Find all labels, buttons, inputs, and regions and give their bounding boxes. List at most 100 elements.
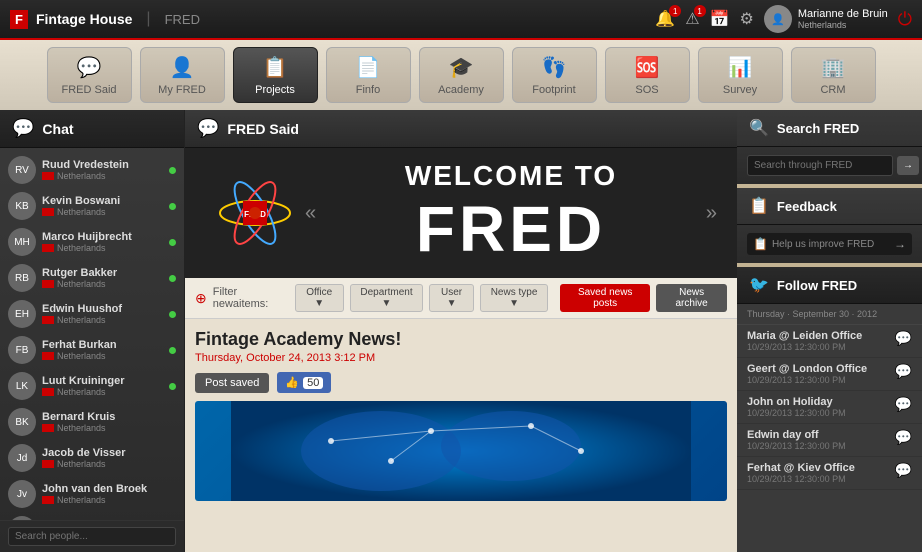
nav-item-sos[interactable]: 🆘SOS	[605, 47, 690, 103]
nav-label-academy: Academy	[438, 84, 484, 96]
news-actions: Post saved 👍 50	[195, 372, 727, 393]
nav-item-fred-said[interactable]: 💬 FRED Said	[47, 47, 132, 103]
bell-icon[interactable]: 🔔1	[655, 9, 675, 29]
chat-title: Chat	[42, 121, 73, 137]
filter-newstype[interactable]: News type ▼	[480, 284, 548, 312]
nav-label-fred-said: FRED Said	[61, 84, 116, 96]
chat-item[interactable]: Jv John van den Broek Netherlands	[0, 476, 184, 512]
news-image	[195, 401, 727, 501]
chat-item[interactable]: RB Rutger Bakker Netherlands	[0, 260, 184, 296]
filter-user[interactable]: User ▼	[429, 284, 474, 312]
chat-bubble-icon[interactable]: 💬	[895, 462, 912, 479]
nav-label-projects: Projects	[255, 84, 295, 96]
flag-icon	[42, 208, 54, 216]
chat-bubble-icon[interactable]: 💬	[895, 429, 912, 446]
chat-item[interactable]: LK Luut Kruininger Netherlands	[0, 368, 184, 404]
search-people-input[interactable]	[8, 527, 176, 546]
chat-item[interactable]: BK Bernard Kruis Netherlands	[0, 404, 184, 440]
chat-item[interactable]: Jd Jacob de Visser Netherlands	[0, 440, 184, 476]
flag-icon	[42, 460, 54, 468]
search-fred-input[interactable]	[747, 155, 893, 176]
follow-icon: 🐦	[749, 275, 769, 295]
flag-icon	[42, 496, 54, 504]
filter-department[interactable]: Department ▼	[350, 284, 423, 312]
like-button[interactable]: 👍 50	[277, 372, 331, 393]
main-content: 💬 FRED Said FRED « WELCOME TO FRED » ⊕	[185, 110, 737, 552]
banner-next[interactable]: »	[706, 202, 717, 225]
header: F Fintage House | FRED 🔔1 ⚠1 📅 ⚙ 👤 Maria…	[0, 0, 922, 40]
navbar: 💬 FRED Said 👤My FRED 📋 Projects 📄Finfo🎓Academ…	[0, 40, 922, 110]
user-country: Netherlands	[798, 20, 888, 30]
online-indicator	[169, 275, 176, 282]
nav-item-projects[interactable]: 📋 Projects	[233, 47, 318, 103]
chat-bubble-icon[interactable]: 💬	[895, 396, 912, 413]
flag-icon	[42, 316, 54, 324]
archive-btn[interactable]: News archive	[656, 284, 727, 312]
chat-avatar: RV	[8, 156, 36, 184]
search-go-button[interactable]: →	[897, 156, 919, 175]
nav-icon-footprint: 👣	[542, 55, 567, 80]
chat-item[interactable]: EH Edwin Huushof Netherlands	[0, 296, 184, 332]
nav-label-footprint: Footprint	[532, 84, 575, 96]
settings-icon[interactable]: ⚙	[740, 9, 754, 29]
logo-area: F Fintage House | FRED	[10, 10, 200, 29]
chat-info: Rutger Bakker Netherlands	[42, 267, 163, 289]
chat-item[interactable]: KB Kevin Boswani Netherlands	[0, 188, 184, 224]
banner-prev[interactable]: «	[305, 202, 316, 225]
feedback-go-button[interactable]: →	[894, 237, 906, 251]
chat-avatar: KB	[8, 192, 36, 220]
alert-icon[interactable]: ⚠1	[685, 9, 699, 29]
chat-country: Netherlands	[42, 171, 163, 181]
chat-country: Netherlands	[42, 459, 176, 469]
saved-news-btn[interactable]: Saved news posts	[560, 284, 650, 312]
flag-icon	[42, 244, 54, 252]
news-content: Fintage Academy News! Thursday, October …	[185, 319, 737, 552]
app-name: Fintage House	[36, 11, 132, 27]
welcome-banner: FRED « WELCOME TO FRED »	[185, 148, 737, 278]
follow-time: 10/29/2013 12:30:00 PM	[747, 375, 889, 385]
sidebar-right: 🔍 Search FRED → 📋 Feedback 📋 Help us imp…	[737, 110, 922, 552]
chat-item[interactable]: RV Ruud Vredestein Netherlands	[0, 152, 184, 188]
calendar-icon[interactable]: 📅	[710, 9, 730, 29]
atom-graphic: FRED	[205, 163, 305, 263]
follow-fred-title: Follow FRED	[777, 278, 857, 293]
online-indicator	[169, 167, 176, 174]
nav-item-survey[interactable]: 📊Survey	[698, 47, 783, 103]
main-layout: 💬 Chat RV Ruud Vredestein Netherlands KB…	[0, 110, 922, 552]
chat-avatar: LK	[8, 372, 36, 400]
nav-icon-fred-said: 💬	[77, 55, 102, 80]
chat-bubble-icon[interactable]: 💬	[895, 330, 912, 347]
chat-item[interactable]: FB Ferhat Burkan Netherlands	[0, 332, 184, 368]
follow-info: Ferhat @ Kiev Office 10/29/2013 12:30:00…	[747, 462, 889, 484]
chat-bubble-icon[interactable]: 💬	[895, 363, 912, 380]
follow-time: 10/29/2013 12:30:00 PM	[747, 408, 889, 418]
user-name: Marianne de Bruin	[798, 8, 888, 20]
chat-name: Ruud Vredestein	[42, 159, 163, 171]
chat-item[interactable]: MH Marco Huijbrecht Netherlands	[0, 224, 184, 260]
online-indicator	[169, 347, 176, 354]
chat-name: Rutger Bakker	[42, 267, 163, 279]
nav-item-crm[interactable]: 🏢CRM	[791, 47, 876, 103]
chat-country: Netherlands	[42, 351, 163, 361]
nav-item-academy[interactable]: 🎓Academy	[419, 47, 504, 103]
nav-icon-projects: 📋	[263, 55, 288, 80]
welcome-to-label: WELCOME TO	[316, 160, 706, 192]
nav-item-my-fred[interactable]: 👤My FRED	[140, 47, 225, 103]
fred-said-title: FRED Said	[227, 121, 299, 137]
chat-item[interactable]: GR Geert Roelofsen Netherlands	[0, 512, 184, 520]
nav-item-footprint[interactable]: 👣 Footprint	[512, 47, 597, 103]
fred-label: FRED	[165, 12, 200, 27]
nav-label-crm: CRM	[820, 84, 845, 96]
chat-country: Netherlands	[42, 315, 163, 325]
feedback-small-icon: 📋	[753, 237, 768, 251]
filter-office[interactable]: Office ▼	[295, 284, 344, 312]
follow-info: Geert @ London Office 10/29/2013 12:30:0…	[747, 363, 889, 385]
post-saved-button[interactable]: Post saved	[195, 373, 269, 393]
sidebar-left: 💬 Chat RV Ruud Vredestein Netherlands KB…	[0, 110, 185, 552]
chat-avatar: EH	[8, 300, 36, 328]
nav-icon-finfo: 📄	[356, 55, 381, 80]
nav-item-finfo[interactable]: 📄Finfo	[326, 47, 411, 103]
power-button[interactable]: ⏻	[898, 9, 912, 30]
online-indicator	[169, 311, 176, 318]
nav-icon-survey: 📊	[728, 55, 753, 80]
